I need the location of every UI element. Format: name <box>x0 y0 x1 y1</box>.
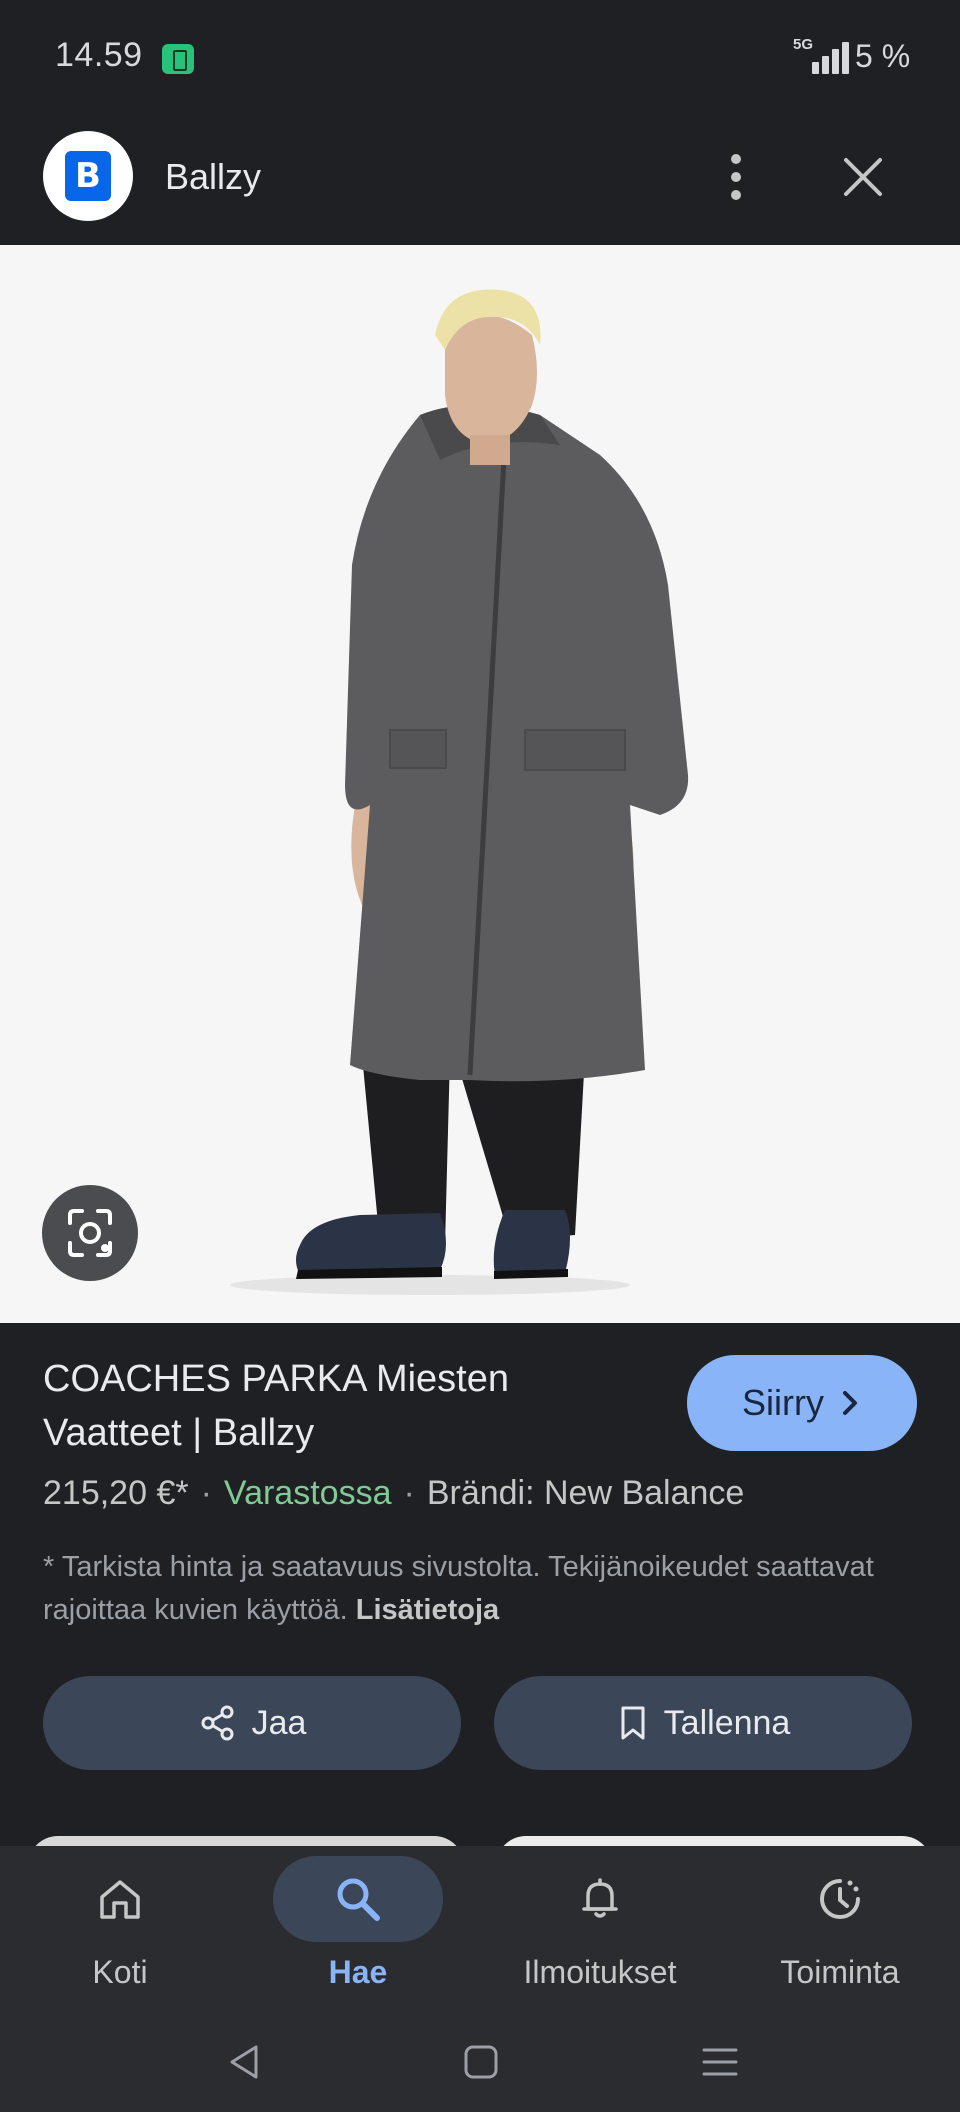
site-logo[interactable]: B <box>43 131 133 221</box>
save-button[interactable]: Tallenna <box>494 1676 912 1770</box>
visit-site-label: Siirry <box>742 1382 824 1423</box>
status-bar: 14.59 5G 5 % <box>0 0 960 112</box>
system-nav-bar <box>0 2012 960 2112</box>
product-price: 215,20 €* <box>43 1474 189 1512</box>
bottom-nav: Koti Hae Ilmoitukset Toiminta <box>0 1846 960 2012</box>
battery-percent: 5 % <box>855 38 911 74</box>
nav-label: Hae <box>328 1954 388 1990</box>
more-vert-icon[interactable] <box>720 152 752 202</box>
product-title[interactable]: COACHES PARKA Miesten Vaatteet | Ballzy <box>43 1352 643 1460</box>
app-header: B Ballzy <box>0 112 960 245</box>
bell-icon <box>582 1878 618 1918</box>
product-meta: 215,20 €* · Varastossa · Brändi: New Balance <box>43 1474 744 1513</box>
close-icon[interactable] <box>838 152 888 202</box>
nav-item-home[interactable]: Koti <box>20 1846 220 2012</box>
meta-separator: · <box>200 1474 212 1512</box>
search-icon <box>337 1878 380 1921</box>
product-image[interactable] <box>0 245 960 1323</box>
home-icon <box>100 1880 140 1919</box>
site-name: Ballzy <box>165 156 262 197</box>
product-brand: Brändi: New Balance <box>426 1474 745 1512</box>
share-label: Jaa <box>251 1703 307 1742</box>
more-info-link[interactable]: Lisätietoja <box>356 1594 499 1626</box>
save-label: Tallenna <box>663 1703 791 1742</box>
meta-separator: · <box>403 1474 415 1512</box>
nav-label: Ilmoitukset <box>523 1954 677 1990</box>
nav-item-notifications[interactable]: Ilmoitukset <box>500 1846 700 2012</box>
nav-label: Toiminta <box>780 1954 900 1990</box>
battery-saver-icon <box>162 44 194 74</box>
bookmark-icon <box>621 1706 645 1740</box>
product-photo <box>230 289 689 1295</box>
recents-icon[interactable] <box>700 2042 740 2082</box>
share-icon <box>201 1705 234 1741</box>
nav-item-search[interactable]: Hae <box>258 1846 458 2012</box>
status-time: 14.59 <box>55 36 143 74</box>
site-logo-letter: B <box>65 151 111 201</box>
chevron-right-icon <box>842 1391 857 1415</box>
lens-search-button[interactable] <box>42 1185 138 1281</box>
nav-label: Koti <box>92 1954 148 1990</box>
home-button-icon[interactable] <box>462 2042 500 2082</box>
signal-icon <box>790 36 856 74</box>
activity-icon <box>820 1879 860 1919</box>
back-icon[interactable] <box>226 2042 262 2082</box>
nav-item-activity[interactable]: Toiminta <box>740 1846 940 2012</box>
visit-site-button[interactable]: Siirry <box>687 1355 917 1451</box>
share-button[interactable]: Jaa <box>43 1676 461 1770</box>
lens-icon <box>68 1209 112 1257</box>
stock-status: Varastossa <box>223 1474 392 1512</box>
price-disclaimer: * Tarkista hinta ja saatavuus sivustolta… <box>43 1546 913 1632</box>
